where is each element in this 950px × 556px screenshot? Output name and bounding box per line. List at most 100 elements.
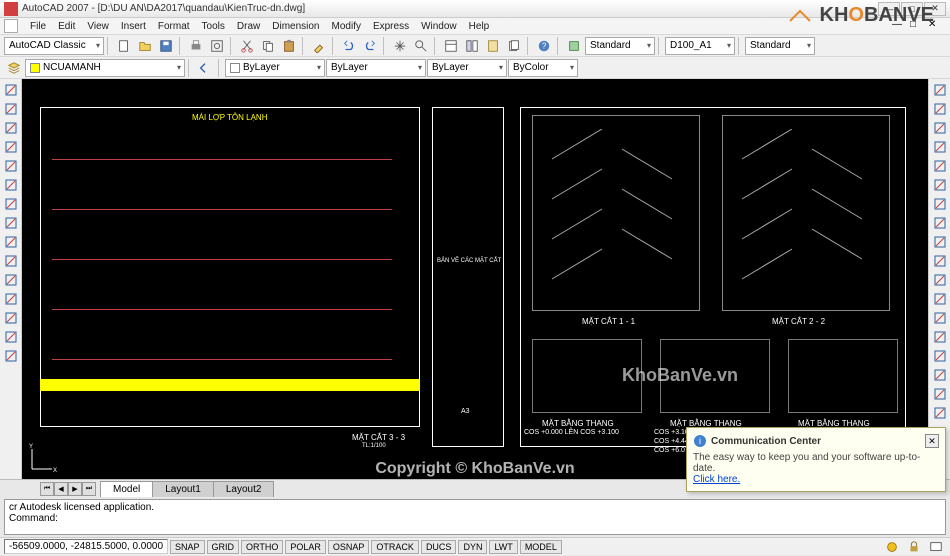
polygon-icon[interactable] — [2, 138, 20, 156]
open-button[interactable] — [135, 37, 155, 55]
cut-button[interactable] — [237, 37, 257, 55]
join-icon[interactable] — [931, 309, 949, 327]
revcloud-icon[interactable] — [2, 214, 20, 232]
redo-button[interactable] — [360, 37, 380, 55]
arc-icon[interactable] — [2, 176, 20, 194]
extend-icon[interactable] — [931, 271, 949, 289]
array-icon[interactable] — [931, 157, 949, 175]
zoom-button[interactable] — [411, 37, 431, 55]
pan-button[interactable] — [390, 37, 410, 55]
otrack-toggle[interactable]: OTRACK — [371, 540, 419, 554]
fillet-icon[interactable] — [931, 347, 949, 365]
menu-format[interactable]: Format — [152, 19, 196, 34]
rectangle-icon[interactable] — [2, 157, 20, 175]
dyn-toggle[interactable]: DYN — [458, 540, 487, 554]
menu-modify[interactable]: Modify — [326, 19, 367, 34]
menu-view[interactable]: View — [81, 19, 115, 34]
layer-dropdown[interactable]: NCUAMANH — [25, 59, 185, 77]
xline-icon[interactable] — [2, 100, 20, 118]
move-icon[interactable] — [931, 176, 949, 194]
svg-text:Y: Y — [29, 444, 33, 450]
pan-icon[interactable] — [931, 385, 949, 403]
save-button[interactable] — [156, 37, 176, 55]
comm-center-button[interactable] — [882, 538, 902, 556]
copy-button[interactable] — [258, 37, 278, 55]
spline-icon[interactable] — [2, 233, 20, 251]
comm-link[interactable]: Click here. — [693, 474, 740, 485]
lineweight-dropdown[interactable]: ByLayer — [427, 59, 507, 77]
tab-layout2[interactable]: Layout2 — [213, 481, 275, 497]
ortho-toggle[interactable]: ORTHO — [241, 540, 283, 554]
tb1-extra-1[interactable] — [564, 37, 584, 55]
menu-dimension[interactable]: Dimension — [266, 19, 325, 34]
sheet-set-button[interactable] — [504, 37, 524, 55]
ellipse-icon[interactable] — [2, 252, 20, 270]
match-prop-button[interactable] — [309, 37, 329, 55]
menu-help[interactable]: Help — [463, 19, 496, 34]
properties-button[interactable] — [441, 37, 461, 55]
point-icon[interactable] — [2, 309, 20, 327]
menu-draw[interactable]: Draw — [231, 19, 266, 34]
dim-style-dropdown[interactable]: D100_A1 — [665, 37, 735, 55]
hatch-icon[interactable] — [2, 328, 20, 346]
break-icon[interactable] — [931, 290, 949, 308]
pline-icon[interactable] — [2, 119, 20, 137]
menu-window[interactable]: Window — [415, 19, 463, 34]
line-icon[interactable] — [2, 81, 20, 99]
clean-screen-button[interactable] — [926, 538, 946, 556]
chamfer-icon[interactable] — [931, 328, 949, 346]
scale-icon[interactable] — [931, 214, 949, 232]
tab-layout1[interactable]: Layout1 — [152, 481, 214, 497]
text-style-dropdown[interactable]: Standard — [585, 37, 655, 55]
trim-icon[interactable] — [931, 252, 949, 270]
linetype-dropdown[interactable]: ByLayer — [326, 59, 426, 77]
plotstyle-dropdown[interactable]: ByColor — [508, 59, 578, 77]
tab-scroll-first[interactable]: ⏮ — [40, 482, 54, 496]
menu-insert[interactable]: Insert — [115, 19, 152, 34]
layer-prev-button[interactable] — [195, 59, 215, 77]
comm-close-button[interactable]: ✕ — [925, 434, 939, 448]
menu-tools[interactable]: Tools — [196, 19, 231, 34]
explode-icon[interactable] — [931, 366, 949, 384]
zoom-icon[interactable] — [931, 404, 949, 422]
new-button[interactable] — [114, 37, 134, 55]
help-button[interactable]: ? — [534, 37, 554, 55]
drawing-canvas[interactable]: MÁI LỢP TÔN LẠNH MẶT CẮT 3 - 3 TL:1/100 … — [22, 79, 928, 479]
workspace-dropdown[interactable]: AutoCAD Classic — [4, 37, 104, 55]
ducs-toggle[interactable]: DUCS — [421, 540, 457, 554]
stretch-icon[interactable] — [931, 233, 949, 251]
model-toggle[interactable]: MODEL — [520, 540, 562, 554]
circle-icon[interactable] — [2, 195, 20, 213]
polar-toggle[interactable]: POLAR — [285, 540, 326, 554]
plot-preview-button[interactable] — [207, 37, 227, 55]
tab-model[interactable]: Model — [100, 481, 153, 497]
erase-icon[interactable] — [931, 81, 949, 99]
copy-icon[interactable] — [931, 100, 949, 118]
snap-toggle[interactable]: SNAP — [170, 540, 205, 554]
lwt-toggle[interactable]: LWT — [489, 540, 517, 554]
tab-scroll-last[interactable]: ⏭ — [82, 482, 96, 496]
mirror-icon[interactable] — [931, 119, 949, 137]
paste-button[interactable] — [279, 37, 299, 55]
layer-props-button[interactable] — [4, 59, 24, 77]
ellipse-arc-icon[interactable] — [2, 271, 20, 289]
menu-edit[interactable]: Edit — [52, 19, 81, 34]
table-style-dropdown[interactable]: Standard — [745, 37, 815, 55]
print-button[interactable] — [186, 37, 206, 55]
menu-file[interactable]: File — [24, 19, 52, 34]
text-icon[interactable] — [2, 347, 20, 365]
design-center-button[interactable] — [462, 37, 482, 55]
block-icon[interactable] — [2, 290, 20, 308]
grid-toggle[interactable]: GRID — [207, 540, 240, 554]
rotate-icon[interactable] — [931, 195, 949, 213]
tool-palette-button[interactable] — [483, 37, 503, 55]
tab-scroll-next[interactable]: ▶ — [68, 482, 82, 496]
undo-button[interactable] — [339, 37, 359, 55]
offset-icon[interactable] — [931, 138, 949, 156]
lock-button[interactable] — [904, 538, 924, 556]
menu-express[interactable]: Express — [367, 19, 415, 34]
osnap-toggle[interactable]: OSNAP — [328, 540, 370, 554]
command-line[interactable]: cr Autodesk licensed application. Comman… — [4, 499, 946, 535]
tab-scroll-prev[interactable]: ◀ — [54, 482, 68, 496]
color-dropdown[interactable]: ByLayer — [225, 59, 325, 77]
